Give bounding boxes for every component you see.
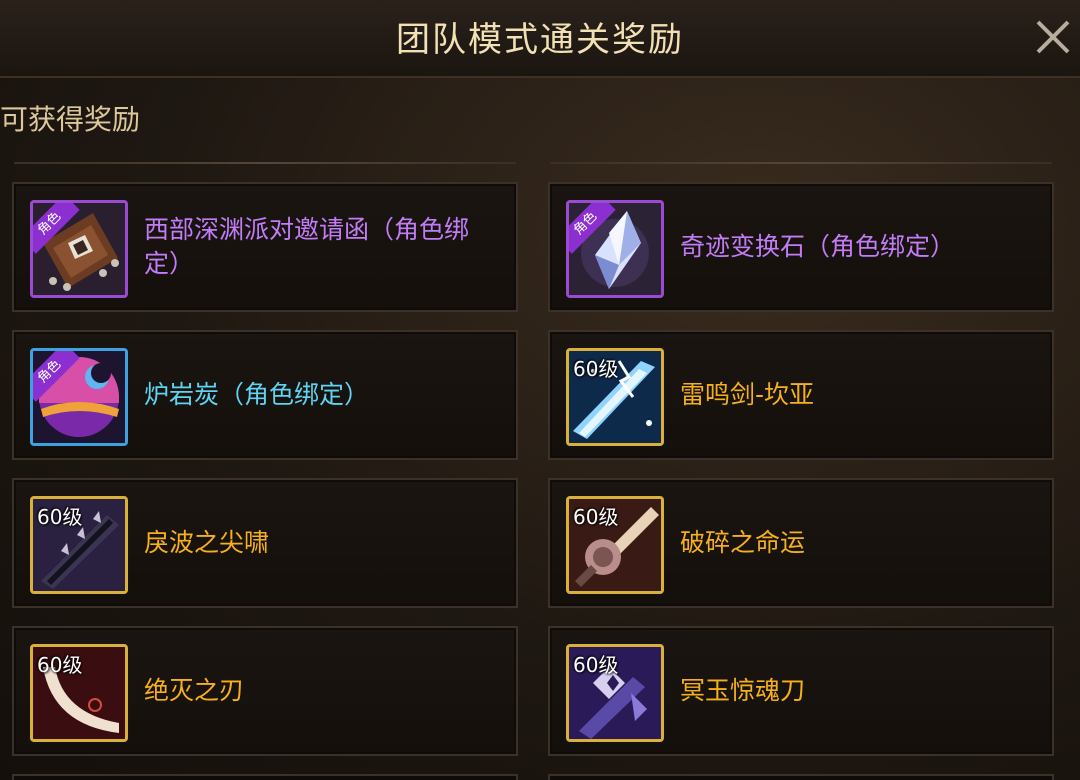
item-icon-frame: 60级 xyxy=(566,644,664,742)
level-badge: 60级 xyxy=(573,357,619,381)
reward-card[interactable]: 角色 炉岩炭（角色绑定） xyxy=(12,330,518,460)
item-name: 绝灭之刃 xyxy=(144,676,245,705)
section-label: 可获得奖励 xyxy=(0,103,141,136)
item-name: 戾波之尖啸 xyxy=(144,528,270,557)
divider-left xyxy=(14,162,516,164)
reward-card[interactable]: 角色 西部深渊派对邀请函（角色绑定） xyxy=(12,182,518,312)
item-name: 雷鸣剑-坎亚 xyxy=(680,380,815,409)
item-icon-frame: 60级 xyxy=(566,496,664,594)
item-icon-frame: 60级 xyxy=(30,496,128,594)
reward-card-partial[interactable] xyxy=(12,774,518,780)
reward-card[interactable]: 角色 奇迹变换石（角色绑定） xyxy=(548,182,1054,312)
level-badge: 60级 xyxy=(37,505,83,529)
close-button[interactable] xyxy=(1030,14,1076,60)
reward-card[interactable]: 60级 雷鸣剑-坎亚 xyxy=(548,330,1054,460)
dialog-title: 团队模式通关奖励 xyxy=(396,20,684,60)
item-icon-frame: 60级 xyxy=(30,644,128,742)
title-bar: 团队模式通关奖励 xyxy=(0,0,1080,78)
level-badge: 60级 xyxy=(573,653,619,677)
level-badge: 60级 xyxy=(573,505,619,529)
item-name: 奇迹变换石（角色绑定） xyxy=(680,232,956,261)
item-name: 破碎之命运 xyxy=(680,528,806,557)
divider-right xyxy=(550,162,1052,164)
reward-card[interactable]: 60级 戾波之尖啸 xyxy=(12,478,518,608)
reward-card[interactable]: 60级 绝灭之刃 xyxy=(12,626,518,756)
item-icon-frame: 角色 xyxy=(30,348,128,446)
reward-card[interactable]: 60级 冥玉惊魂刀 xyxy=(548,626,1054,756)
item-icon-frame: 60级 xyxy=(566,348,664,446)
item-icon-frame: 角色 xyxy=(566,200,664,298)
reward-card-partial[interactable] xyxy=(548,774,1054,780)
reward-card[interactable]: 60级 破碎之命运 xyxy=(548,478,1054,608)
item-icon-frame: 角色 xyxy=(30,200,128,298)
close-icon xyxy=(1036,20,1070,54)
item-name: 冥玉惊魂刀 xyxy=(680,676,806,705)
item-name: 西部深渊派对邀请函（角色绑定） xyxy=(144,215,470,278)
level-badge: 60级 xyxy=(37,653,83,677)
item-name: 炉岩炭（角色绑定） xyxy=(144,380,370,409)
